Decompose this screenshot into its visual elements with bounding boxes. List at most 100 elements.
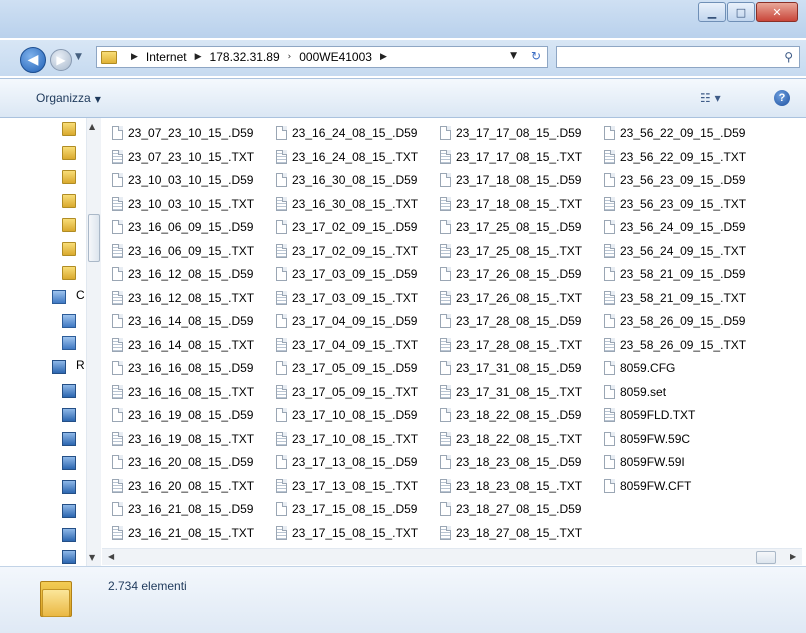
file-item[interactable]: 23_10_03_10_15_.D59 — [112, 169, 253, 191]
chevron-right-icon[interactable]: ▶ — [380, 52, 387, 62]
file-item[interactable]: 23_16_20_08_15_.TXT — [112, 475, 254, 497]
file-item[interactable]: 23_18_23_08_15_.D59 — [440, 451, 581, 473]
help-icon[interactable]: ? — [774, 90, 790, 106]
file-item[interactable]: 23_16_16_08_15_.TXT — [112, 381, 254, 403]
search-icon[interactable]: ⚲ — [784, 50, 793, 64]
folder-icon[interactable] — [62, 146, 76, 160]
breadcrumb-item[interactable]: 000WE41003 — [299, 50, 372, 64]
file-item[interactable]: 23_56_23_09_15_.TXT — [604, 193, 746, 215]
file-item[interactable]: 8059.set — [604, 381, 666, 403]
folder-icon[interactable] — [62, 266, 76, 280]
file-item[interactable]: 23_58_21_09_15_.D59 — [604, 263, 745, 285]
file-item[interactable]: 23_17_02_09_15_.D59 — [276, 216, 417, 238]
folder-icon[interactable] — [62, 242, 76, 256]
file-item[interactable]: 23_17_31_08_15_.D59 — [440, 357, 581, 379]
refresh-icon[interactable]: ↻ — [531, 49, 541, 63]
file-item[interactable]: 23_16_24_08_15_.TXT — [276, 146, 418, 168]
search-input[interactable]: ⚲ — [556, 46, 800, 68]
nav-item-label[interactable]: C — [76, 288, 85, 302]
network-computer-icon[interactable] — [62, 408, 76, 422]
file-item[interactable]: 23_17_02_09_15_.TXT — [276, 240, 418, 262]
file-item[interactable]: 23_16_16_08_15_.D59 — [112, 357, 253, 379]
breadcrumb-item[interactable]: 178.32.31.89 — [210, 50, 280, 64]
file-item[interactable]: 23_58_21_09_15_.TXT — [604, 287, 746, 309]
file-item[interactable]: 23_17_05_09_15_.TXT — [276, 381, 418, 403]
file-item[interactable]: 23_17_17_08_15_.D59 — [440, 122, 581, 144]
file-item[interactable]: 23_17_05_09_15_.D59 — [276, 357, 417, 379]
file-item[interactable]: 23_07_23_10_15_.TXT — [112, 146, 254, 168]
disk-icon[interactable] — [62, 314, 76, 328]
network-computer-icon[interactable] — [62, 480, 76, 494]
folder-icon[interactable] — [62, 122, 76, 136]
file-item[interactable]: 23_16_14_08_15_.D59 — [112, 310, 253, 332]
file-item[interactable]: 8059FW.59I — [604, 451, 685, 473]
file-item[interactable]: 8059.CFG — [604, 357, 675, 379]
file-item[interactable]: 23_16_19_08_15_.TXT — [112, 428, 254, 450]
back-button[interactable]: ◀ — [20, 47, 46, 73]
nav-item-label[interactable]: R — [76, 358, 85, 372]
file-item[interactable]: 23_18_27_08_15_.D59 — [440, 498, 581, 520]
file-item[interactable]: 23_17_10_08_15_.D59 — [276, 404, 417, 426]
file-item[interactable]: 23_16_14_08_15_.TXT — [112, 334, 254, 356]
file-item[interactable]: 23_17_15_08_15_.TXT — [276, 522, 418, 544]
file-item[interactable]: 23_58_26_09_15_.D59 — [604, 310, 745, 332]
file-item[interactable]: 23_16_06_09_15_.TXT — [112, 240, 254, 262]
close-button[interactable]: ✕ — [756, 2, 798, 22]
network-computer-icon[interactable] — [62, 384, 76, 398]
file-item[interactable]: 23_16_19_08_15_.D59 — [112, 404, 253, 426]
scroll-down-icon[interactable]: ▼ — [89, 553, 95, 562]
scroll-up-icon[interactable]: ▲ — [89, 122, 95, 131]
scroll-left-icon[interactable]: ◀ — [108, 552, 114, 561]
drive-icon[interactable] — [62, 336, 76, 350]
network-icon[interactable] — [52, 360, 66, 374]
file-item[interactable]: 23_17_04_09_15_.TXT — [276, 334, 418, 356]
minimize-button[interactable]: ▁ — [698, 2, 726, 22]
nav-scrollbar-thumb[interactable] — [88, 214, 100, 262]
file-item[interactable]: 23_07_23_10_15_.D59 — [112, 122, 253, 144]
file-item[interactable]: 8059FW.59C — [604, 428, 690, 450]
file-item[interactable]: 23_16_30_08_15_.TXT — [276, 193, 418, 215]
organize-button[interactable]: Organizza ▼ — [36, 91, 101, 105]
file-item[interactable]: 23_17_03_09_15_.D59 — [276, 263, 417, 285]
folder-icon[interactable] — [62, 170, 76, 184]
file-item[interactable]: 23_17_13_08_15_.D59 — [276, 451, 417, 473]
file-item[interactable]: 23_56_23_09_15_.D59 — [604, 169, 745, 191]
file-item[interactable]: 23_17_04_09_15_.D59 — [276, 310, 417, 332]
scroll-right-icon[interactable]: ▶ — [790, 552, 796, 561]
file-item[interactable]: 23_56_24_09_15_.D59 — [604, 216, 745, 238]
file-item[interactable]: 23_18_27_08_15_.TXT — [440, 522, 582, 544]
recent-pages-dropdown[interactable]: ▼ — [75, 52, 82, 62]
file-item[interactable]: 8059FW.CFT — [604, 475, 691, 497]
file-item[interactable]: 23_16_30_08_15_.D59 — [276, 169, 417, 191]
horizontal-scrollbar-thumb[interactable] — [756, 551, 776, 564]
network-computer-icon[interactable] — [62, 432, 76, 446]
view-options-button[interactable]: ☷ ▾ — [700, 91, 721, 105]
file-item[interactable]: 23_56_22_09_15_.D59 — [604, 122, 745, 144]
file-item[interactable]: 23_17_10_08_15_.TXT — [276, 428, 418, 450]
file-item[interactable]: 23_17_25_08_15_.D59 — [440, 216, 581, 238]
nav-scrollbar[interactable] — [86, 118, 101, 566]
file-item[interactable]: 23_17_25_08_15_.TXT — [440, 240, 582, 262]
file-item[interactable]: 23_17_17_08_15_.TXT — [440, 146, 582, 168]
file-item[interactable]: 23_16_06_09_15_.D59 — [112, 216, 253, 238]
folder-icon[interactable] — [62, 194, 76, 208]
file-item[interactable]: 23_56_22_09_15_.TXT — [604, 146, 746, 168]
file-item[interactable]: 23_17_28_08_15_.D59 — [440, 310, 581, 332]
horizontal-scrollbar[interactable]: ◀ ▶ — [102, 548, 802, 565]
file-item[interactable]: 23_58_26_09_15_.TXT — [604, 334, 746, 356]
file-item[interactable]: 23_56_24_09_15_.TXT — [604, 240, 746, 262]
file-item[interactable]: 23_18_23_08_15_.TXT — [440, 475, 582, 497]
folder-icon[interactable] — [62, 218, 76, 232]
file-item[interactable]: 23_10_03_10_15_.TXT — [112, 193, 254, 215]
file-item[interactable]: 23_17_15_08_15_.D59 — [276, 498, 417, 520]
file-item[interactable]: 8059FLD.TXT — [604, 404, 695, 426]
chevron-right-icon[interactable]: ▶ — [131, 52, 138, 62]
file-item[interactable]: 23_17_18_08_15_.TXT — [440, 193, 582, 215]
address-dropdown-icon[interactable]: ▼ — [510, 51, 517, 61]
network-computer-icon[interactable] — [62, 550, 76, 564]
chevron-right-icon[interactable]: › — [288, 52, 292, 62]
file-item[interactable]: 23_16_20_08_15_.D59 — [112, 451, 253, 473]
file-item[interactable]: 23_17_31_08_15_.TXT — [440, 381, 582, 403]
file-item[interactable]: 23_16_12_08_15_.D59 — [112, 263, 253, 285]
chevron-right-icon[interactable]: ▶ — [195, 52, 202, 62]
